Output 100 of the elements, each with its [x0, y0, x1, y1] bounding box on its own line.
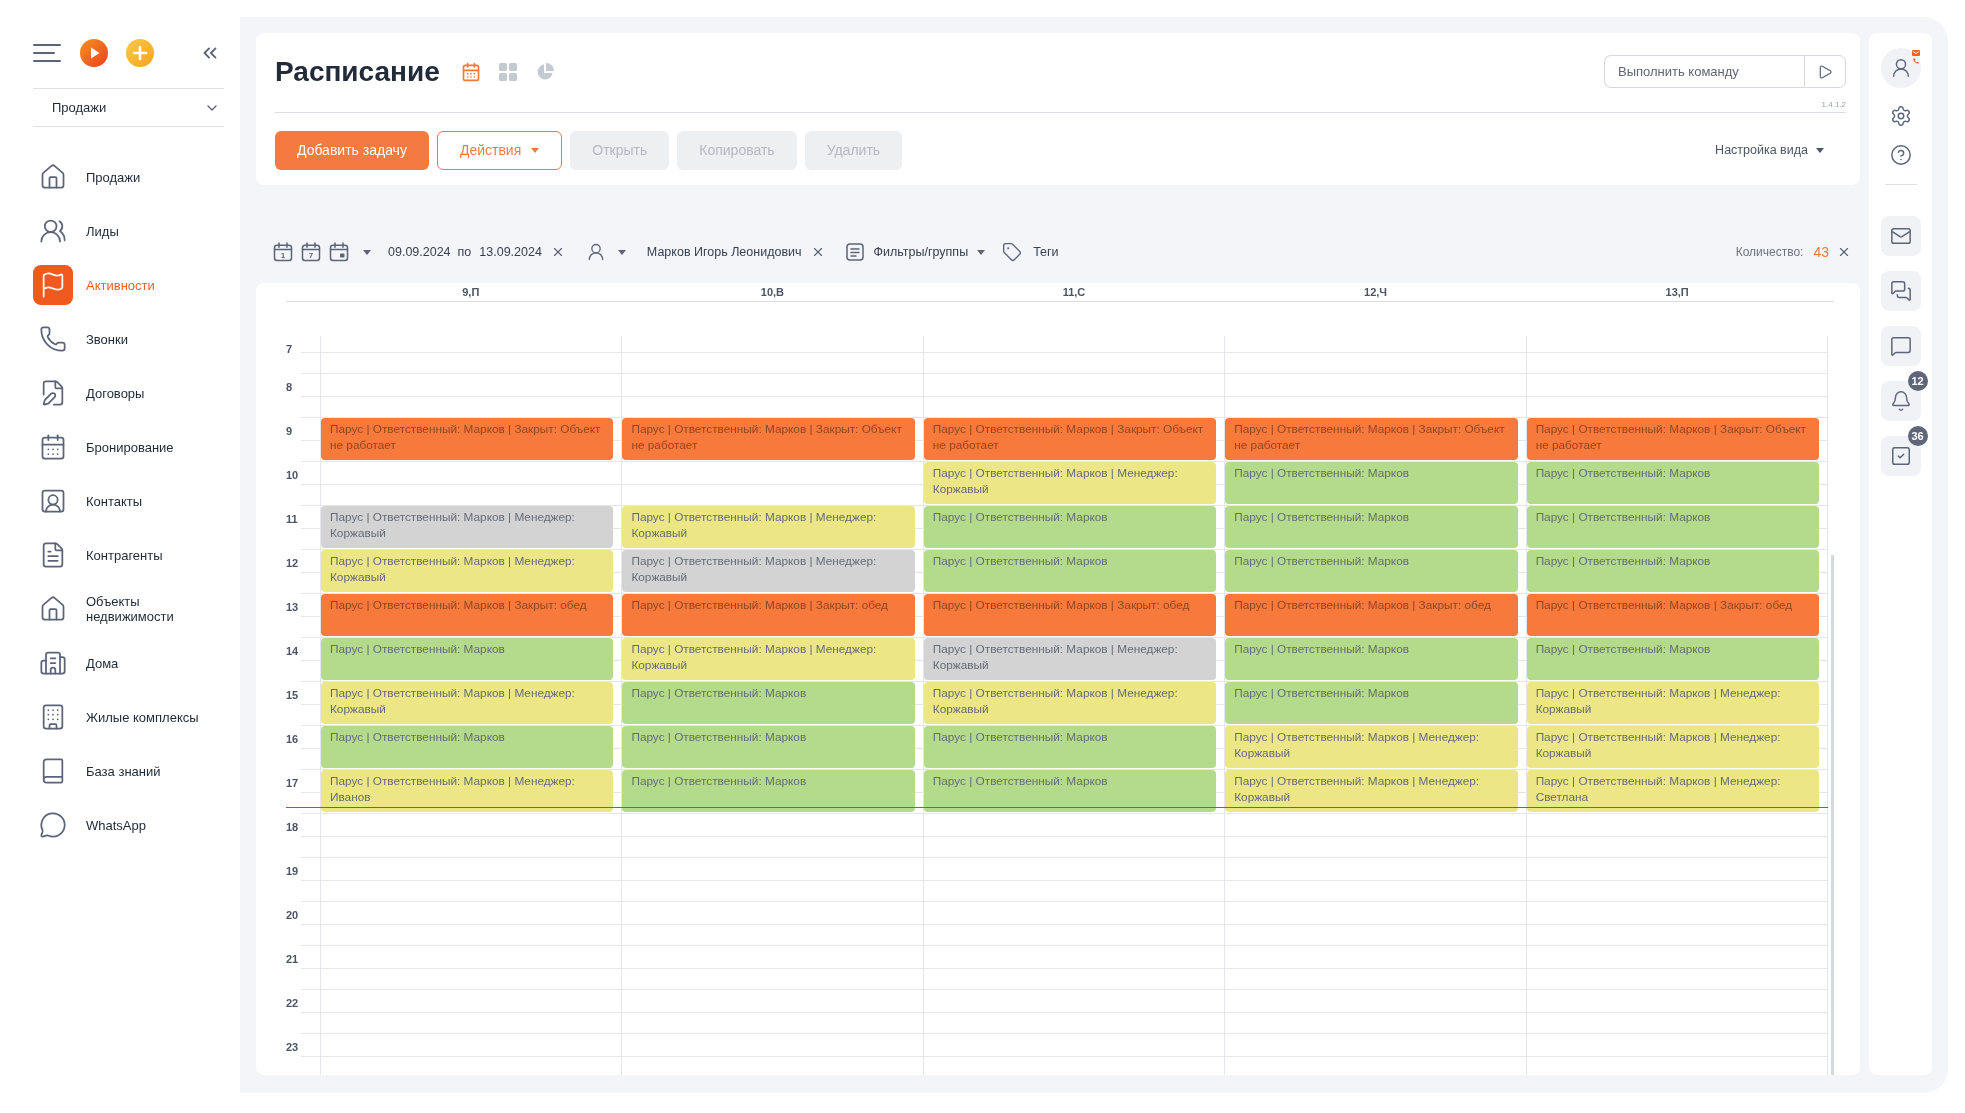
calendar-event[interactable]: Парус | Ответственный: Марков | Закрыт: обед [622, 594, 915, 636]
count-label: Количество: [1735, 244, 1804, 261]
calendar-event[interactable]: Парус | Ответственный: Марков [1225, 638, 1518, 680]
nav-item[interactable]: Активности [33, 258, 224, 312]
calendar-event[interactable]: Парус | Ответственный: Марков [321, 638, 614, 680]
chats-button[interactable] [1880, 271, 1921, 311]
filters-button[interactable]: Фильтры/группы [844, 242, 986, 262]
calendar-icon [329, 242, 349, 262]
calendar-event[interactable]: Парус | Ответственный: Марков [622, 770, 915, 812]
speech-bubble-icon [39, 811, 67, 839]
calendar-range-button[interactable]: 7 [299, 240, 323, 264]
profile-button[interactable] [1880, 48, 1921, 88]
nav-item[interactable]: Продажи [33, 150, 224, 204]
calendar-event[interactable]: Парус | Ответственный: Марков [1225, 550, 1518, 592]
calendar-event[interactable]: Парус | Ответственный: Марков [1225, 506, 1518, 548]
calendar-event[interactable]: Парус | Ответственный: Марков [1225, 682, 1518, 724]
calendar-event[interactable]: Парус | Ответственный: Марков | Менеджер: Коржавый [1526, 726, 1820, 768]
date-text[interactable]: 13.09.2024 [479, 242, 542, 262]
calendar-event[interactable]: Парус | Ответственный: Марков | Менеджер: Коржавый [923, 638, 1217, 680]
caret-down-icon[interactable] [363, 249, 371, 255]
calendar-event[interactable]: Парус | Ответственный: Марков | Менеджер: Коржавый [321, 550, 614, 592]
calendar-event[interactable]: Парус | Ответственный: Марков [1526, 506, 1820, 548]
page-title: Расписание [275, 55, 440, 88]
nav-item[interactable]: Объекты недвижимости [33, 582, 224, 636]
calendar-event[interactable]: Парус | Ответственный: Марков | Менеджер: Коржавый [1225, 770, 1518, 812]
nav-item[interactable]: Контакты [33, 474, 224, 528]
comments-button[interactable] [1880, 326, 1921, 366]
count-badge: 12 [1907, 371, 1928, 391]
calendar-event[interactable]: Парус | Ответственный: Марков [923, 550, 1217, 592]
calendar-event[interactable]: Парус | Ответственный: Марков | Менеджер: Коржавый [622, 506, 915, 548]
caret-down-icon[interactable] [1816, 148, 1824, 153]
menu-icon[interactable] [33, 43, 61, 63]
date-text[interactable]: 09.09.2024 [388, 242, 451, 262]
pie-chart-icon [535, 62, 554, 81]
calendar-event[interactable]: Парус | Ответственный: Марков | Закрыт: Объект не работает [1225, 418, 1518, 460]
calendar-event[interactable]: Парус | Ответственный: Марков | Закрыт: обед [1225, 594, 1518, 636]
calendar-icon [301, 242, 321, 262]
calendar-event[interactable]: Парус | Ответственный: Марков | Менеджер: Коржавый [923, 462, 1217, 504]
caret-down-icon[interactable] [617, 249, 626, 255]
view-settings-button[interactable]: Настройка вида [1715, 141, 1824, 160]
calendar-event[interactable]: Парус | Ответственный: Марков [1225, 462, 1518, 504]
calendar-event[interactable]: Парус | Ответственный: Марков [622, 726, 915, 768]
caret-down-icon[interactable] [977, 249, 986, 255]
calendar-event[interactable]: Парус | Ответственный: Марков [923, 506, 1217, 548]
run-command-button[interactable] [1804, 55, 1846, 88]
play-icon[interactable] [80, 39, 108, 67]
calendar-event[interactable]: Парус | Ответственный: Марков [321, 726, 614, 768]
calendar-event[interactable]: Парус | Ответственный: Марков [1526, 550, 1820, 592]
calendar-event[interactable]: Парус | Ответственный: Марков | Закрыт: Объект не работает [923, 418, 1217, 460]
calendar-event[interactable]: Парус | Ответственный: Марков [1526, 638, 1820, 680]
hour-label: 23 [286, 1040, 299, 1054]
nav-item[interactable]: База знаний [33, 744, 224, 798]
nav-item[interactable]: Жилые комплексы [33, 690, 224, 744]
nav-item[interactable]: Дома [33, 636, 224, 690]
house-icon [39, 595, 67, 623]
calendar-event[interactable]: Парус | Ответственный: Марков | Закрыт: Объект не работает [321, 418, 614, 460]
tags-button[interactable]: Теги [1002, 242, 1059, 262]
play-icon [1817, 63, 1833, 80]
chat-bubbles-icon [1889, 280, 1912, 302]
calendar-event[interactable]: Парус | Ответственный: Марков | Менеджер: Светлана [1526, 770, 1820, 812]
calendar-event[interactable]: Парус | Ответственный: Марков | Менеджер: Иванов [321, 770, 614, 812]
calendar-event[interactable]: Парус | Ответственный: Марков [923, 726, 1217, 768]
section-select[interactable]: Продажи [33, 88, 224, 127]
nav-item[interactable]: Бронирование [33, 420, 224, 474]
help-icon[interactable] [1889, 144, 1912, 166]
nav-item[interactable]: WhatsApp [33, 798, 224, 852]
calendar-event[interactable]: Парус | Ответственный: Марков | Менеджер: Коржавый [321, 506, 614, 548]
calendar-event[interactable]: Парус | Ответственный: Марков | Менеджер: Коржавый [1225, 726, 1518, 768]
scrollbar-thumb[interactable] [1831, 555, 1834, 1075]
nav-item[interactable]: Контрагенты [33, 528, 224, 582]
command-input[interactable]: Выполнить команду [1604, 55, 1804, 88]
primary-button[interactable]: Добавить задачу [275, 131, 429, 170]
settings-icon[interactable] [1889, 105, 1912, 127]
nav-item[interactable]: Договоры [33, 366, 224, 420]
calendar-event[interactable]: Парус | Ответственный: Марков | Менеджер: Коржавый [923, 682, 1217, 724]
phone-icon [39, 325, 67, 353]
calendar-range-button[interactable] [327, 240, 351, 264]
nav-item[interactable]: Звонки [33, 312, 224, 366]
calendar-event[interactable]: Парус | Ответственный: Марков | Закрыт: обед [923, 594, 1217, 636]
mail-button[interactable] [1880, 216, 1921, 256]
dropdown-button[interactable]: Действия [436, 131, 563, 170]
hour-label: 21 [286, 952, 299, 966]
calendar-event[interactable]: Парус | Ответственный: Марков [923, 770, 1217, 812]
calendar-event[interactable]: Парус | Ответственный: Марков | Менеджер: Коржавый [622, 550, 915, 592]
calendar-event[interactable]: Парус | Ответственный: Марков | Закрыт: обед [1526, 594, 1820, 636]
day-header: 12,Ч [1364, 285, 1388, 300]
house-icon [39, 163, 67, 191]
calendar-icon [39, 433, 67, 461]
calendar-event[interactable]: Парус | Ответственный: Марков | Менеджер: Коржавый [1526, 682, 1820, 724]
mail-icon [1911, 50, 1920, 56]
calendar-event[interactable]: Парус | Ответственный: Марков | Закрыт: Объект не работает [622, 418, 915, 460]
calendar-event[interactable]: Парус | Ответственный: Марков | Менеджер: Коржавый [321, 682, 614, 724]
calendar-event[interactable]: Парус | Ответственный: Марков | Закрыт: обед [321, 594, 614, 636]
calendar-range-button[interactable]: 1 [271, 240, 295, 264]
calendar-event[interactable]: Парус | Ответственный: Марков | Закрыт: Объект не работает [1526, 418, 1820, 460]
calendar-event[interactable]: Парус | Ответственный: Марков [622, 682, 915, 724]
nav-item[interactable]: Лиды [33, 204, 224, 258]
calendar-event[interactable]: Парус | Ответственный: Марков | Менеджер: Коржавый [622, 638, 915, 680]
calendar-event[interactable]: Парус | Ответственный: Марков [1526, 462, 1820, 504]
close-icon[interactable] [1837, 245, 1851, 259]
